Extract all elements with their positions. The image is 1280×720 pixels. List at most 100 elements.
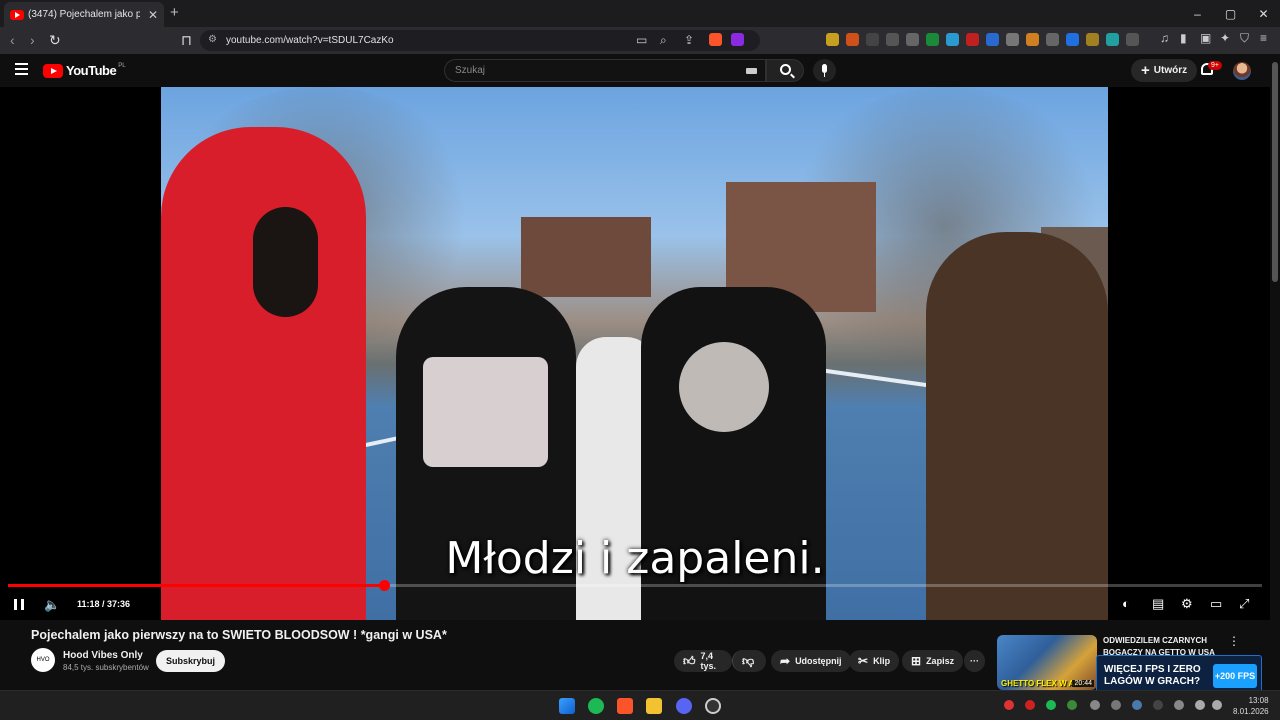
usb-icon[interactable] (1174, 700, 1184, 710)
back-arrow-icon[interactable]: ‹ (10, 32, 15, 48)
new-tab-button[interactable]: + (170, 4, 179, 21)
bookmark-icon[interactable]: ⊓ (181, 32, 192, 49)
tab-title: (3474) Pojechalem jako pierw (28, 9, 140, 20)
tray-icon[interactable] (1153, 700, 1163, 710)
voice-search-icon[interactable] (813, 59, 836, 82)
extension-icon[interactable] (1086, 33, 1099, 46)
person-face (253, 207, 318, 317)
youtube-play-logo-icon (43, 63, 63, 78)
clip-button[interactable]: ✂ Klip (849, 650, 900, 672)
scrollbar-thumb[interactable] (1272, 62, 1278, 282)
theater-mode-icon[interactable]: ▭ (1210, 596, 1222, 612)
search-icon (780, 64, 791, 75)
progress-bar[interactable] (8, 580, 1262, 591)
reload-icon[interactable]: ↻ (49, 32, 61, 49)
clip-label: Klip (873, 656, 891, 666)
brave-rewards-icon[interactable] (731, 33, 744, 46)
url-field[interactable]: ⚙ youtube.com/watch?v=tSDUL7CazKo ▭ ⌕ ⇪ (200, 30, 760, 51)
extension-icon[interactable] (946, 33, 959, 46)
fullscreen-icon[interactable]: ⤢ (1239, 596, 1249, 612)
extension-icon[interactable] (1046, 33, 1059, 46)
close-window-button[interactable]: ✕ (1247, 7, 1280, 21)
extension-icon[interactable] (1106, 33, 1119, 46)
like-button[interactable]: 👍︎ 7,4 tys. (674, 650, 732, 672)
video-title: Pojechalem jako pierwszy na to SWIETO BL… (31, 628, 447, 642)
create-button[interactable]: + Utwórz (1131, 59, 1198, 82)
extension-icon[interactable] (846, 33, 859, 46)
zoom-icon[interactable]: ⌕ (660, 33, 667, 48)
share-button[interactable]: ➦ Udostępnij (771, 650, 851, 672)
forward-arrow-icon[interactable]: › (30, 32, 35, 48)
start-windows-icon[interactable] (559, 698, 575, 714)
account-avatar[interactable] (1233, 62, 1251, 80)
steam-icon[interactable] (1132, 700, 1142, 710)
speaker-icon[interactable] (1212, 700, 1222, 710)
search-input[interactable]: Szukaj (444, 59, 766, 82)
extension-icon[interactable] (1006, 33, 1019, 46)
url-text: youtube.com/watch?v=tSDUL7CazKo (226, 35, 394, 46)
extension-icon[interactable] (826, 33, 839, 46)
network-icon[interactable] (1195, 700, 1205, 710)
system-clock[interactable]: 13:08 8.01.2026 (1233, 695, 1269, 717)
extension-icon[interactable] (926, 33, 939, 46)
subtitles-icon[interactable]: ▤ (1152, 596, 1164, 612)
app-icon[interactable] (705, 698, 721, 714)
notification-badge: 9+ (1208, 61, 1222, 70)
tray-icon[interactable] (1004, 700, 1014, 710)
volume-icon[interactable]: 🔈 (44, 597, 60, 613)
channel-name[interactable]: Hood Vibes Only (63, 650, 143, 661)
extension-icon[interactable] (1066, 33, 1079, 46)
extension-icon[interactable] (1026, 33, 1039, 46)
spotify-tray-icon[interactable] (1046, 700, 1056, 710)
brave-shields-icon[interactable] (709, 33, 722, 46)
brave-browser-icon[interactable] (617, 698, 633, 714)
thumbnail-caption: GHETTO FLEX W AM (1001, 679, 1081, 688)
cast-icon[interactable]: ▭ (636, 33, 647, 47)
file-explorer-icon[interactable] (646, 698, 662, 714)
leo-ai-icon[interactable]: ✦ (1220, 31, 1230, 45)
subscribe-button[interactable]: Subskrybuj (156, 650, 226, 672)
recommended-video-thumbnail[interactable]: GHETTO FLEX W AM 20:44 (997, 635, 1097, 690)
tray-icon[interactable] (1111, 700, 1121, 710)
extension-icon[interactable] (866, 33, 879, 46)
close-tab-icon[interactable]: ✕ (148, 8, 158, 22)
sidebar-icon[interactable]: ▮ (1180, 31, 1187, 45)
site-info-icon[interactable]: ⚙ (208, 34, 217, 45)
autoplay-toggle-icon[interactable]: ◐ (1122, 596, 1130, 611)
extension-icon[interactable] (1126, 33, 1139, 46)
settings-gear-icon[interactable]: ⚙ (1181, 596, 1193, 612)
extension-icon[interactable] (886, 33, 899, 46)
kebab-menu-icon[interactable]: ⋮ (1228, 634, 1240, 648)
tray-icon[interactable] (1025, 700, 1035, 710)
discord-icon[interactable] (676, 698, 692, 714)
menu-icon[interactable]: ≡ (1260, 31, 1267, 45)
save-button[interactable]: ⊞ Zapisz (902, 650, 964, 672)
extension-icon[interactable] (906, 33, 919, 46)
maximize-button[interactable]: ▢ (1214, 7, 1247, 21)
pause-icon[interactable] (14, 599, 24, 610)
page-scrollbar[interactable] (1270, 54, 1280, 694)
youtube-header: YouTube PL Szukaj + Utwórz (0, 54, 1280, 87)
search-button[interactable] (766, 59, 804, 82)
channel-avatar[interactable]: HVO (31, 648, 55, 672)
tray-icon[interactable] (1067, 700, 1077, 710)
ad-fps-badge: +200 FPS (1213, 664, 1257, 688)
media-icon[interactable]: ♫ (1160, 31, 1169, 45)
extension-icon[interactable] (986, 33, 999, 46)
extension-icon[interactable] (966, 33, 979, 46)
minimize-button[interactable]: – (1181, 7, 1214, 21)
guide-menu-icon[interactable] (15, 63, 28, 78)
vpn-shield-icon[interactable]: ⛉ (1240, 31, 1249, 46)
window-controls: – ▢ ✕ (1181, 0, 1280, 27)
video-player[interactable]: Młodzi i zapaleni. 🔈 11:18 / 37:36 ◐ ▤ ⚙… (0, 87, 1270, 620)
more-actions-button[interactable]: ··· (964, 650, 985, 672)
youtube-favicon-icon (10, 9, 24, 20)
youtube-logo[interactable]: YouTube PL (43, 63, 126, 78)
chevron-up-icon[interactable] (1090, 700, 1100, 710)
keyboard-icon[interactable] (746, 68, 757, 74)
dislike-button[interactable]: 👎︎ (732, 650, 766, 672)
spotify-icon[interactable] (588, 698, 604, 714)
share-page-icon[interactable]: ⇪ (684, 33, 694, 47)
wallet-icon[interactable]: ▣ (1200, 31, 1211, 45)
browser-tab[interactable]: (3474) Pojechalem jako pierw ✕ (4, 2, 164, 27)
